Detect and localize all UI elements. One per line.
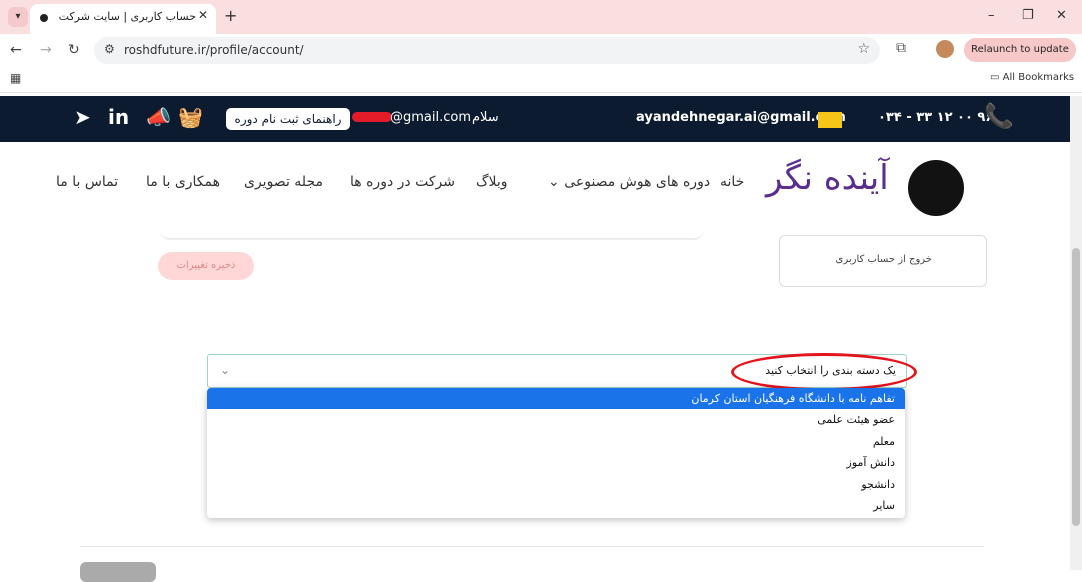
option-label: دانشجو — [861, 478, 895, 491]
option-label: سایر — [873, 499, 895, 512]
tab-loading-icon — [40, 14, 48, 22]
option-label: دانش آموز — [846, 456, 895, 469]
tab-search-chevron-down-icon[interactable]: ▾ — [8, 7, 28, 27]
category-option[interactable]: دانش آموز — [207, 452, 905, 473]
logout-card[interactable]: خروج از حساب کاربری — [779, 235, 987, 287]
nav-ai-courses-label: دوره های هوش مصنوعی — [564, 174, 711, 190]
tab-close-icon[interactable]: ✕ — [198, 8, 208, 22]
restore-icon[interactable]: ❐ — [1022, 8, 1034, 23]
nav-home[interactable]: خانه — [720, 174, 744, 190]
category-option[interactable]: تفاهم نامه با دانشگاه فرهنگیان استان کرم… — [207, 388, 905, 409]
browser-tab-strip: ▾ حساب کاربری | سایت شرکت فناور ✕ + – ❐ … — [0, 0, 1082, 34]
site-topbar: ➤ in 📣 🧺 راهنمای ثبت نام دوره @gmail.com… — [0, 96, 1070, 142]
category-option[interactable]: دانشجو — [207, 474, 905, 495]
extensions-puzzle-icon[interactable]: ⧉ — [896, 40, 906, 56]
contact-email[interactable]: ayandehnegar.ai@gmail.com — [636, 110, 846, 125]
back-arrow-icon[interactable]: ← — [10, 42, 22, 58]
phone-icon: 📞 — [984, 102, 1014, 130]
megaphone-icon[interactable]: 📣 — [146, 105, 171, 129]
option-label: معلم — [872, 435, 895, 448]
divider — [80, 546, 984, 547]
scrollbar-thumb[interactable] — [1072, 248, 1080, 526]
nav-blog[interactable]: وبلاگ — [476, 174, 508, 190]
option-label: تفاهم نامه با دانشگاه فرهنگیان استان کرم… — [691, 392, 895, 405]
url-text[interactable]: roshdfuture.ir/profile/account/ — [124, 43, 304, 57]
envelope-icon — [818, 112, 842, 128]
brand-name[interactable]: آینده نگر — [766, 158, 889, 198]
relaunch-button[interactable]: Relaunch to update — [964, 38, 1076, 62]
tab-title: حساب کاربری | سایت شرکت فناور — [56, 10, 196, 23]
registration-guide-button[interactable]: راهنمای ثبت نام دوره — [226, 108, 350, 130]
option-label: عضو هیئت علمی — [817, 413, 895, 426]
category-dropdown-list: تفاهم نامه با دانشگاه فرهنگیان استان کرم… — [207, 388, 905, 518]
linkedin-icon[interactable]: in — [108, 105, 129, 129]
greeting-text: سلام — [472, 110, 499, 125]
secondary-button[interactable] — [80, 562, 156, 582]
nav-join-courses[interactable]: شرکت در دوره ها — [350, 174, 455, 190]
site-info-tune-icon[interactable]: ⚙ — [104, 42, 115, 56]
annotation-ellipse — [731, 353, 917, 391]
window-close-icon[interactable]: ✕ — [1056, 8, 1067, 23]
all-bookmarks-link[interactable]: ▭ All Bookmarks — [990, 72, 1074, 83]
browser-toolbar: ← → ↻ ⚙ roshdfuture.ir/profile/account/ … — [0, 34, 1082, 66]
logout-link[interactable]: خروج از حساب کاربری — [836, 254, 932, 265]
profile-input-field[interactable] — [160, 226, 704, 240]
user-email-suffix: @gmail.com — [390, 110, 472, 125]
new-tab-plus-icon[interactable]: + — [224, 6, 237, 25]
browser-tab[interactable]: حساب کاربری | سایت شرکت فناور ✕ — [30, 4, 216, 34]
nav-contact[interactable]: تماس با ما — [56, 174, 118, 190]
chevron-down-icon[interactable]: ⌄ — [220, 363, 230, 377]
category-option[interactable]: عضو هیئت علمی — [207, 409, 905, 430]
forward-arrow-icon[interactable]: → — [40, 42, 52, 58]
main-navigation: آینده نگر خانه ⌄ دوره های هوش مصنوعی وبل… — [0, 142, 1070, 228]
chevron-down-icon: ⌄ — [548, 174, 565, 190]
address-bar[interactable]: ⚙ roshdfuture.ir/profile/account/ ☆ — [94, 37, 880, 64]
category-option[interactable]: سایر — [207, 495, 905, 516]
profile-avatar[interactable] — [936, 40, 954, 58]
redacted-username — [352, 112, 392, 122]
all-bookmarks-label: All Bookmarks — [1002, 72, 1075, 83]
nav-video-magazine[interactable]: مجله تصویری — [244, 174, 323, 190]
bookmarks-bar: ▦ ▭ All Bookmarks — [0, 66, 1082, 93]
basket-icon[interactable]: 🧺 — [178, 105, 203, 129]
minimize-icon[interactable]: – — [988, 8, 995, 23]
page-scrollbar[interactable] — [1070, 96, 1082, 570]
apps-grid-icon[interactable]: ▦ — [10, 71, 21, 85]
telegram-icon[interactable]: ➤ — [74, 105, 91, 129]
contact-phone[interactable]: ۰۳۴ - ۳۳ ۱۲ ۰۰ ۹۶ — [878, 110, 993, 125]
reload-icon[interactable]: ↻ — [68, 42, 80, 58]
save-changes-button[interactable]: ذخیره تغییرات — [158, 252, 254, 280]
folder-icon: ▭ — [990, 72, 1003, 83]
brain-logo-icon[interactable] — [908, 160, 964, 216]
nav-ai-courses[interactable]: ⌄ دوره های هوش مصنوعی — [548, 174, 710, 190]
bookmark-star-icon[interactable]: ☆ — [857, 41, 870, 57]
nav-cooperation[interactable]: همکاری با ما — [146, 174, 220, 190]
category-option[interactable]: معلم — [207, 431, 905, 452]
